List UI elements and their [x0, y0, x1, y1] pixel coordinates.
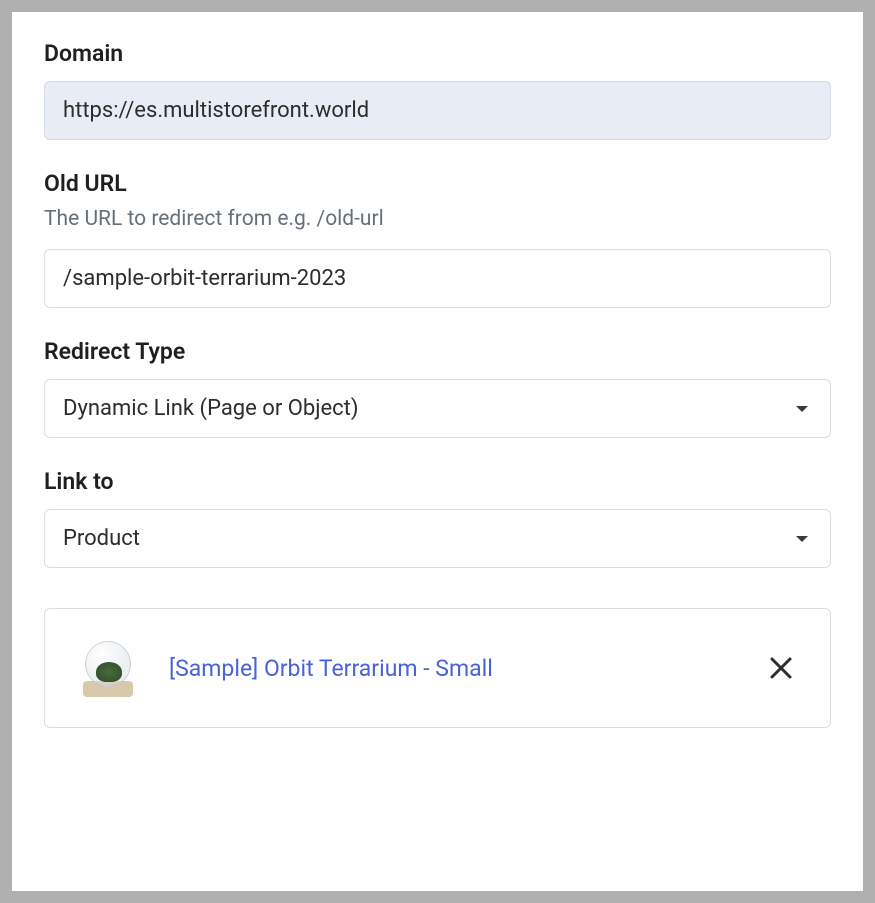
- link-to-label: Link to: [44, 468, 831, 495]
- domain-label: Domain: [44, 40, 831, 67]
- linked-product-link[interactable]: [Sample] Orbit Terrarium - Small: [169, 655, 734, 682]
- link-to-select[interactable]: Product: [44, 509, 831, 568]
- redirect-type-select-wrap: Dynamic Link (Page or Object): [44, 379, 831, 438]
- link-to-field-group: Link to Product: [44, 468, 831, 568]
- domain-input: [44, 81, 831, 140]
- redirect-type-field-group: Redirect Type Dynamic Link (Page or Obje…: [44, 338, 831, 438]
- domain-field-group: Domain: [44, 40, 831, 140]
- close-icon: [768, 655, 794, 681]
- old-url-field-group: Old URL The URL to redirect from e.g. /o…: [44, 170, 831, 308]
- redirect-type-select[interactable]: Dynamic Link (Page or Object): [44, 379, 831, 438]
- linked-product-card: [Sample] Orbit Terrarium - Small: [44, 608, 831, 728]
- product-thumbnail: [75, 635, 141, 701]
- redirect-form-panel: Domain Old URL The URL to redirect from …: [12, 12, 863, 891]
- old-url-input[interactable]: [44, 249, 831, 308]
- link-to-select-wrap: Product: [44, 509, 831, 568]
- old-url-label: Old URL: [44, 170, 831, 197]
- remove-linked-item-button[interactable]: [762, 649, 800, 687]
- old-url-help-text: The URL to redirect from e.g. /old-url: [44, 207, 831, 231]
- redirect-type-label: Redirect Type: [44, 338, 831, 365]
